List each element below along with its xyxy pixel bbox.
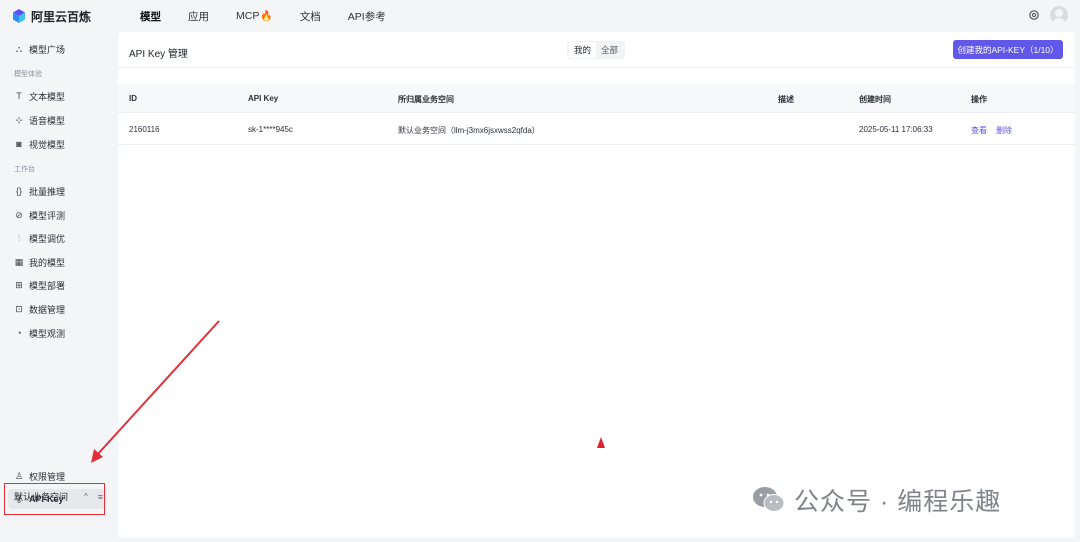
sidebar-item-label: 文本模型 [29, 91, 66, 102]
top-nav: 模型 应用 MCP🔥 文档 API参考 [140, 9, 413, 24]
ownership-toggle: 我的 全部 [567, 41, 626, 59]
deploy-icon: ⊞ [15, 279, 23, 290]
toggle-all[interactable]: 全部 [596, 42, 623, 58]
logo[interactable]: 阿里云百炼 [12, 8, 120, 25]
column-header-created-time: 创建时间 [859, 95, 891, 104]
delete-link[interactable]: 删除 [996, 125, 1012, 136]
nav-api-reference[interactable]: API参考 [348, 9, 386, 24]
text-icon: T [16, 91, 22, 101]
wechat-icon [753, 487, 785, 512]
cube-icon: ⛬ [15, 43, 23, 54]
watermark-text: 公众号 · 编程乐趣 [794, 488, 1002, 516]
cursor-icon [597, 437, 605, 448]
sidebar-item-text-model[interactable]: T 文本模型 [8, 86, 106, 106]
column-header-workspace: 所归属业务空间 [398, 95, 454, 104]
logo-text: 阿里云百炼 [31, 9, 92, 24]
column-header-description: 描述 [778, 95, 794, 104]
sidebar-item-label: 我的模型 [29, 257, 66, 268]
sidebar: ⛬ 模型广场 模型体验 T 文本模型 ⊹ 语音模型 ◙ 视觉模型 工作台 {} … [0, 32, 116, 542]
chart-icon: ⊡ [15, 303, 23, 314]
nav-apps[interactable]: 应用 [188, 9, 209, 24]
fire-icon: 🔥 [260, 11, 273, 22]
sidebar-item-model-deployment[interactable]: ⊞ 模型部署 [8, 275, 106, 295]
pie-icon: ◔ [16, 328, 22, 338]
sidebar-item-data-management[interactable]: ⊡ 数据管理 [8, 299, 106, 319]
sidebar-item-label: 语音模型 [29, 115, 66, 126]
sidebar-item-label: 视觉模型 [29, 139, 66, 150]
sidebar-item-model-square[interactable]: ⛬ 模型广场 [8, 39, 106, 59]
braces-icon: {} [15, 186, 22, 196]
sidebar-item-label: 权限管理 [29, 471, 66, 482]
top-right-actions [1028, 6, 1068, 24]
page-title: API Key 管理 [129, 49, 188, 60]
table-header: ID API Key 所归属业务空间 描述 创建时间 操作 [118, 84, 1075, 113]
sidebar-group-workbench: 工作台 [14, 166, 35, 173]
nav-mcp-label: MCP [236, 10, 260, 22]
nav-models[interactable]: 模型 [140, 9, 161, 24]
column-header-actions: 操作 [971, 95, 987, 104]
avatar[interactable] [1050, 6, 1068, 24]
sidebar-item-label: 模型广场 [29, 44, 66, 55]
sidebar-item-label: 模型部署 [29, 280, 66, 291]
camera-icon: ◙ [16, 139, 22, 149]
sidebar-item-model-observation[interactable]: ◔ 模型观测 [8, 323, 106, 343]
sidebar-item-label: 模型观测 [29, 328, 66, 339]
main-panel: API Key 管理 我的 全部 创建我的API-KEY（1/10） ID AP… [118, 32, 1075, 538]
sidebar-item-model-evaluation[interactable]: ⊘ 模型评测 [8, 205, 106, 225]
cell-created-time: 2025-05-11 17:06:33 [859, 125, 933, 134]
highlight-box [4, 483, 105, 515]
create-api-key-button[interactable]: 创建我的API-KEY（1/10） [953, 40, 1063, 59]
cell-workspace: 默认业务空间（llm-j3mx6jsxwss2qfda） [398, 126, 540, 135]
table-row: 2160116 sk-1****945c 默认业务空间（llm-j3mx6jsx… [118, 114, 1075, 145]
sidebar-item-vision-model[interactable]: ◙ 视觉模型 [8, 134, 106, 154]
sidebar-item-my-models[interactable]: ▦ 我的模型 [8, 252, 106, 272]
sidebar-item-label: 模型评测 [29, 210, 66, 221]
sidebar-item-label: 数据管理 [29, 304, 66, 315]
sidebar-item-model-tuning[interactable]: ⫶ 模型调优 [8, 228, 106, 248]
gear-icon[interactable] [1028, 9, 1040, 21]
sidebar-item-voice-model[interactable]: ⊹ 语音模型 [8, 110, 106, 130]
user-icon: ♙ [14, 470, 24, 481]
nav-docs[interactable]: 文档 [300, 9, 321, 24]
sliders-icon: ⫶ [17, 232, 21, 243]
sidebar-item-batch-inference[interactable]: {} 批量推理 [8, 181, 106, 201]
logo-icon [13, 9, 25, 23]
divider [118, 67, 1075, 68]
cell-api-key: sk-1****945c [248, 125, 293, 134]
cell-id: 2160116 [129, 125, 160, 134]
watermark: 公众号 · 编程乐趣 [752, 482, 1001, 518]
sidebar-item-label: 模型调优 [29, 233, 66, 244]
compass-icon: ⊘ [15, 209, 23, 220]
toggle-mine[interactable]: 我的 [569, 42, 597, 58]
waveform-icon: ⊹ [15, 114, 23, 125]
view-link[interactable]: 查看 [971, 125, 987, 136]
grid-icon: ▦ [14, 256, 24, 267]
nav-mcp[interactable]: MCP🔥 [236, 10, 273, 22]
column-header-id: ID [129, 94, 137, 103]
top-bar: 阿里云百炼 模型 应用 MCP🔥 文档 API参考 [0, 0, 1080, 32]
column-header-api-key: API Key [248, 94, 279, 103]
sidebar-item-label: 批量推理 [29, 186, 66, 197]
sidebar-group-model-experience: 模型体验 [14, 71, 42, 78]
